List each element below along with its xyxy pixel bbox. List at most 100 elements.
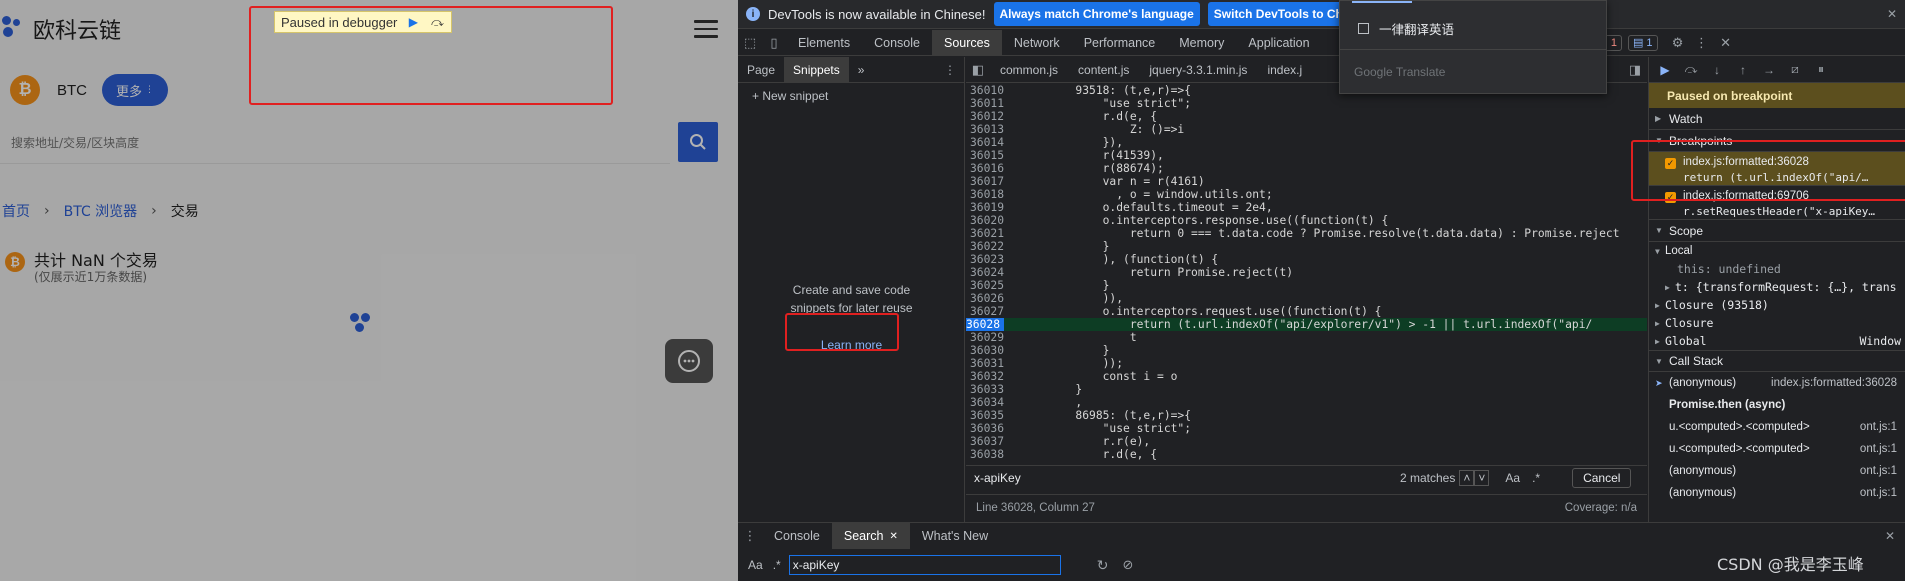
step-out-icon[interactable]: ↑ — [1733, 60, 1753, 80]
line-number[interactable]: 36035 — [966, 409, 1004, 422]
code-line[interactable]: 36036 "use strict"; — [966, 422, 1647, 435]
scope-closure[interactable]: ▶ Closure — [1649, 314, 1905, 332]
scope-t[interactable]: ▶ t: {transformRequest: {…}, trans — [1649, 278, 1905, 296]
line-number[interactable]: 36019 — [966, 201, 1004, 214]
line-number[interactable]: 36029 — [966, 331, 1004, 344]
drawer-tab-whats-new[interactable]: What's New — [910, 523, 1000, 549]
call-frame[interactable]: u.<computed>.<computed> ont.js:1 — [1649, 438, 1905, 460]
more-navigator-tabs-icon[interactable]: » — [849, 57, 874, 83]
code-line[interactable]: 36015 r(41539), — [966, 149, 1647, 162]
tab-network[interactable]: Network — [1002, 30, 1072, 56]
code-line[interactable]: 36029 t — [966, 331, 1647, 344]
call-frame[interactable]: u.<computed>.<computed> ont.js:1 — [1649, 416, 1905, 438]
settings-gear-icon[interactable]: ⚙ — [1666, 30, 1690, 56]
line-number[interactable]: 36023 — [966, 253, 1004, 266]
code-line[interactable]: 36024 return Promise.reject(t) — [966, 266, 1647, 279]
line-number[interactable]: 36013 — [966, 123, 1004, 136]
site-logo-icon[interactable] — [2, 16, 26, 40]
tab-sources[interactable]: Sources — [931, 29, 1002, 56]
watch-section[interactable]: ▶ Watch — [1649, 108, 1905, 130]
line-number[interactable]: 36011 — [966, 97, 1004, 110]
code-line[interactable]: 36022 } — [966, 240, 1647, 253]
match-language-button[interactable]: Always match Chrome's language — [993, 2, 1200, 26]
toggle-navigator-icon[interactable]: ◧ — [966, 57, 990, 83]
line-number[interactable]: 36024 — [966, 266, 1004, 279]
scope-section[interactable]: ▼ Scope — [1649, 220, 1905, 242]
tab-snippets[interactable]: Snippets — [784, 56, 849, 83]
code-line[interactable]: 36035 86985: (t,e,r)=>{ — [966, 409, 1647, 422]
editor-tab[interactable]: content.js — [1068, 57, 1139, 83]
code-line-breakpoint[interactable]: 36028 return (t.url.indexOf("api/explore… — [966, 318, 1647, 331]
deactivate-breakpoints-icon[interactable]: ⧄ — [1785, 60, 1805, 80]
line-number[interactable]: 36025 — [966, 279, 1004, 292]
step-into-icon[interactable]: ↓ — [1707, 60, 1727, 80]
tab-memory[interactable]: Memory — [1167, 30, 1236, 56]
cancel-find-button[interactable]: Cancel — [1572, 468, 1632, 488]
drawer-tab-console[interactable]: Console — [762, 523, 832, 549]
line-number[interactable]: 36021 — [966, 227, 1004, 240]
line-number[interactable]: 36031 — [966, 357, 1004, 370]
drawer-tab-search[interactable]: Search ✕ — [831, 523, 910, 549]
always-translate-checkbox[interactable] — [1358, 23, 1369, 34]
editor-tab[interactable]: jquery-3.3.1.min.js — [1139, 57, 1257, 83]
more-button[interactable]: 更多 ⋮ — [102, 74, 168, 106]
step-icon[interactable]: → — [1759, 60, 1779, 80]
scope-this[interactable]: this: undefined — [1649, 260, 1905, 278]
scope-global[interactable]: ▶ Global Window — [1649, 332, 1905, 350]
line-number[interactable]: 36030 — [966, 344, 1004, 357]
clear-icon[interactable]: ⊘ — [1122, 557, 1133, 573]
editor-tab[interactable]: index.j — [1257, 57, 1312, 83]
match-case-button[interactable]: Aa — [748, 558, 763, 572]
resume-icon[interactable]: ▶ — [1655, 60, 1675, 80]
code-lines[interactable]: 36010 93518: (t,e,r)=>{36011 "use strict… — [966, 84, 1647, 464]
code-line[interactable]: 36026 )), — [966, 292, 1647, 305]
line-number[interactable]: 36014 — [966, 136, 1004, 149]
callstack-section[interactable]: ▼ Call Stack — [1649, 350, 1905, 372]
line-number[interactable]: 36016 — [966, 162, 1004, 175]
code-line[interactable]: 36033 } — [966, 383, 1647, 396]
site-title[interactable]: 欧科云链 — [33, 13, 121, 45]
line-number[interactable]: 36017 — [966, 175, 1004, 188]
line-number[interactable]: 36028 — [966, 318, 1004, 331]
line-number[interactable]: 36026 — [966, 292, 1004, 305]
code-line[interactable]: 36038 r.d(e, { — [966, 448, 1647, 461]
hamburger-menu-icon[interactable] — [694, 20, 718, 40]
tab-elements[interactable]: Elements — [786, 30, 862, 56]
refresh-icon[interactable]: ↻ — [1097, 557, 1109, 574]
code-line[interactable]: 36037 r.r(e), — [966, 435, 1647, 448]
code-line[interactable]: 36011 "use strict"; — [966, 97, 1647, 110]
message-badge[interactable]: ▤ 1 — [1628, 34, 1658, 51]
next-match-icon[interactable]: ˅ — [1474, 470, 1490, 486]
breadcrumb-btc-explorer[interactable]: BTC 浏览器 — [64, 201, 138, 221]
scope-closure[interactable]: ▶ Closure (93518) — [1649, 296, 1905, 314]
line-number[interactable]: 36012 — [966, 110, 1004, 123]
tab-performance[interactable]: Performance — [1072, 30, 1168, 56]
line-number[interactable]: 36036 — [966, 422, 1004, 435]
code-line[interactable]: 36027 o.interceptors.request.use((functi… — [966, 305, 1647, 318]
line-number[interactable]: 36010 — [966, 84, 1004, 97]
call-frame[interactable]: (anonymous) ont.js:1 — [1649, 460, 1905, 482]
device-toolbar-icon[interactable]: ▯ — [762, 30, 786, 56]
close-infobar-icon[interactable]: ✕ — [1887, 7, 1897, 21]
code-line[interactable]: 36031 )); — [966, 357, 1647, 370]
line-number[interactable]: 36033 — [966, 383, 1004, 396]
code-line[interactable]: 36013 Z: ()=>i — [966, 123, 1647, 136]
inspect-element-icon[interactable]: ⬚ — [738, 30, 762, 56]
code-line[interactable]: 36023 ), (function(t) { — [966, 253, 1647, 266]
pause-on-exceptions-icon[interactable]: ⏸ — [1811, 60, 1831, 80]
tab-application[interactable]: Application — [1236, 30, 1321, 56]
search-query-input[interactable]: x-apiKey — [788, 555, 1061, 575]
line-number[interactable]: 36022 — [966, 240, 1004, 253]
new-snippet-button[interactable]: + New snippet — [752, 89, 828, 103]
line-number[interactable]: 36018 — [966, 188, 1004, 201]
line-number[interactable]: 36020 — [966, 214, 1004, 227]
code-line[interactable]: 36012 r.d(e, { — [966, 110, 1647, 123]
toggle-debugger-icon[interactable]: ◨ — [1623, 57, 1647, 83]
tab-page[interactable]: Page — [738, 57, 784, 83]
call-frame[interactable]: (anonymous) ont.js:1 — [1649, 482, 1905, 504]
find-input[interactable]: x-apiKey — [970, 468, 1390, 488]
step-over-icon[interactable]: ⤼ — [1681, 60, 1701, 80]
line-number[interactable]: 36037 — [966, 435, 1004, 448]
code-line[interactable]: 36018 , o = window.utils.ont; — [966, 188, 1647, 201]
drawer-menu-icon[interactable]: ⋮ — [738, 523, 762, 549]
